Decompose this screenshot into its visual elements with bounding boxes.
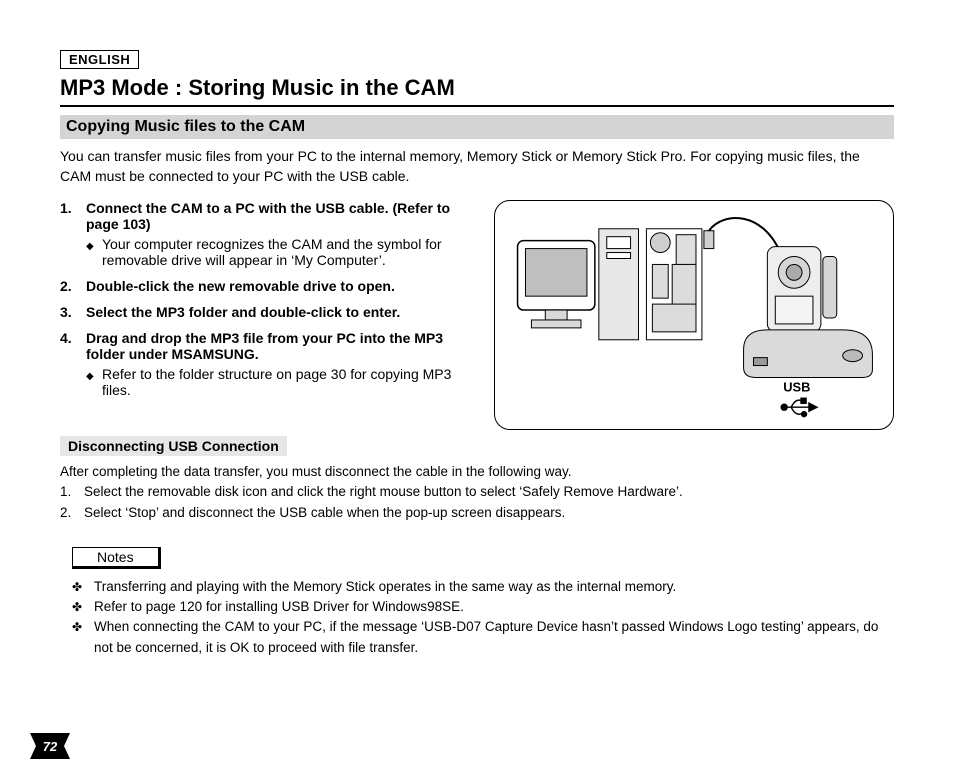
- list-number: 1.: [60, 482, 84, 502]
- diamond-icon: [86, 366, 102, 398]
- bullet-text: Refer to the folder structure on page 30…: [102, 366, 474, 398]
- disconnect-intro: After completing the data transfer, you …: [60, 462, 894, 482]
- intro-text: You can transfer music files from your P…: [60, 147, 894, 186]
- disconnect-item: 1. Select the removable disk icon and cl…: [60, 482, 894, 502]
- diamond-icon: [86, 236, 102, 268]
- note-item: When connecting the CAM to your PC, if t…: [60, 617, 894, 658]
- step-number: 2.: [60, 278, 86, 294]
- step-2: 2. Double-click the new removable drive …: [60, 278, 474, 294]
- disconnect-item: 2. Select ‘Stop’ and disconnect the USB …: [60, 503, 894, 523]
- connection-diagram: USB: [494, 200, 894, 430]
- step-number: 3.: [60, 304, 86, 320]
- note-text: Refer to page 120 for installing USB Dri…: [94, 597, 464, 617]
- note-text: When connecting the CAM to your PC, if t…: [94, 617, 894, 658]
- list-number: 2.: [60, 503, 84, 523]
- disconnect-block: After completing the data transfer, you …: [60, 462, 894, 523]
- step-bullet: Your computer recognizes the CAM and the…: [86, 236, 474, 268]
- step-number: 4.: [60, 330, 86, 398]
- note-text: Transferring and playing with the Memory…: [94, 577, 676, 597]
- flower-icon: [72, 617, 94, 658]
- flower-icon: [72, 597, 94, 617]
- usb-label: USB: [783, 380, 810, 395]
- step-title: Double-click the new removable drive to …: [86, 278, 474, 294]
- manual-page: ENGLISH MP3 Mode : Storing Music in the …: [0, 0, 954, 779]
- bullet-text: Your computer recognizes the CAM and the…: [102, 236, 474, 268]
- page-number: 72: [30, 733, 70, 759]
- step-title: Drag and drop the MP3 file from your PC …: [86, 330, 474, 362]
- notes-list: Transferring and playing with the Memory…: [60, 577, 894, 658]
- list-text: Select the removable disk icon and click…: [84, 482, 683, 502]
- note-item: Transferring and playing with the Memory…: [60, 577, 894, 597]
- list-text: Select ‘Stop’ and disconnect the USB cab…: [84, 503, 565, 523]
- notes-label: Notes: [72, 547, 161, 569]
- page-title: MP3 Mode : Storing Music in the CAM: [60, 75, 894, 107]
- step-4: 4. Drag and drop the MP3 file from your …: [60, 330, 474, 398]
- steps-list: 1. Connect the CAM to a PC with the USB …: [60, 200, 474, 408]
- step-bullet: Refer to the folder structure on page 30…: [86, 366, 474, 398]
- section-heading: Copying Music files to the CAM: [60, 115, 894, 139]
- flower-icon: [72, 577, 94, 597]
- step-title: Connect the CAM to a PC with the USB cab…: [86, 200, 474, 232]
- step-1: 1. Connect the CAM to a PC with the USB …: [60, 200, 474, 268]
- page-number-flag: 72: [30, 733, 70, 759]
- note-item: Refer to page 120 for installing USB Dri…: [60, 597, 894, 617]
- step-3: 3. Select the MP3 folder and double-clic…: [60, 304, 474, 320]
- step-number: 1.: [60, 200, 86, 268]
- language-tag: ENGLISH: [60, 50, 139, 69]
- step-title: Select the MP3 folder and double-click t…: [86, 304, 474, 320]
- disconnect-heading: Disconnecting USB Connection: [60, 436, 287, 456]
